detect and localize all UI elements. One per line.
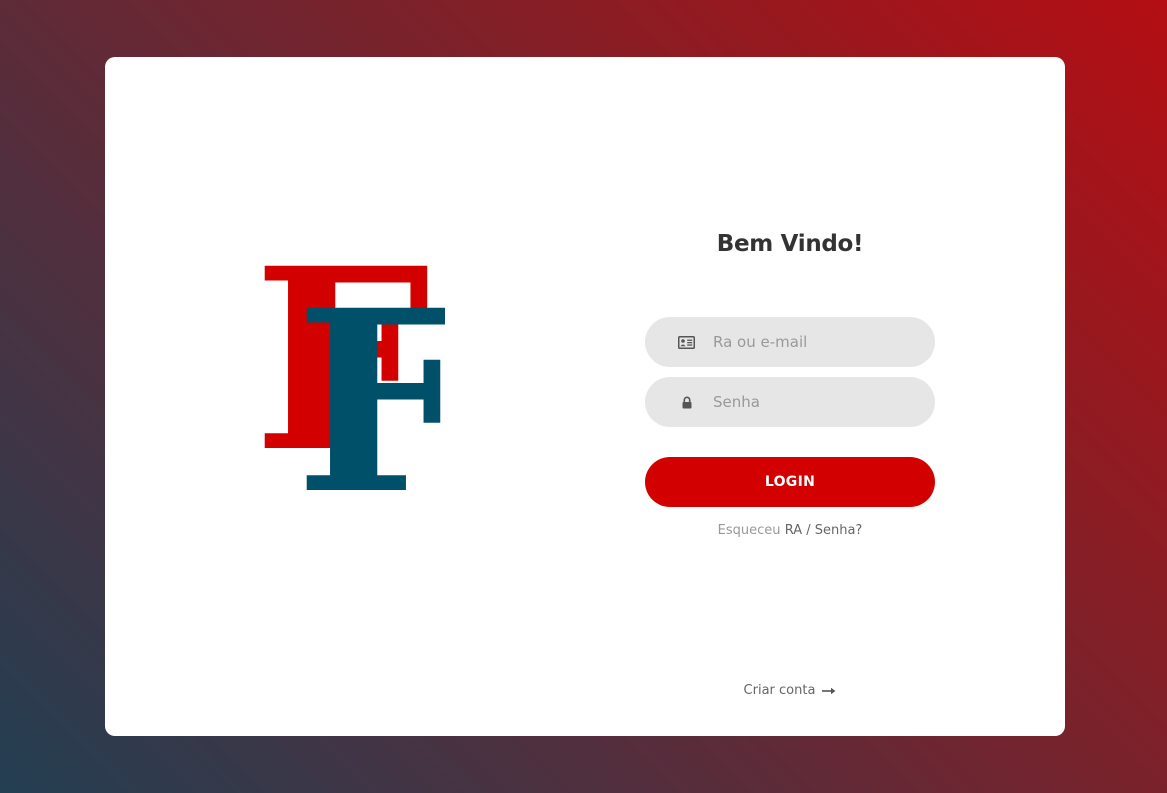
ra-email-input[interactable]	[713, 317, 913, 367]
create-account-label: Criar conta	[743, 683, 816, 698]
brand-logo: F F	[255, 252, 445, 492]
login-button[interactable]: LOGIN	[645, 457, 935, 507]
password-field[interactable]	[645, 377, 935, 427]
login-card: F F Bem Vindo! LOGIN Esqueceu R	[105, 57, 1065, 736]
forgot-credentials: Esqueceu RA / Senha?	[645, 523, 935, 538]
forgot-ra-password-link[interactable]: RA / Senha?	[785, 523, 863, 538]
id-card-icon	[678, 334, 695, 350]
logo-letter-teal: F	[295, 255, 445, 492]
page-title: Bem Vindo!	[716, 231, 864, 257]
ra-email-field[interactable]	[645, 317, 935, 367]
forgot-prefix: Esqueceu	[717, 523, 781, 538]
create-account-link[interactable]: Criar conta	[645, 683, 935, 698]
password-input[interactable]	[713, 377, 913, 427]
arrow-right-icon	[822, 687, 836, 695]
lock-icon	[678, 394, 695, 410]
